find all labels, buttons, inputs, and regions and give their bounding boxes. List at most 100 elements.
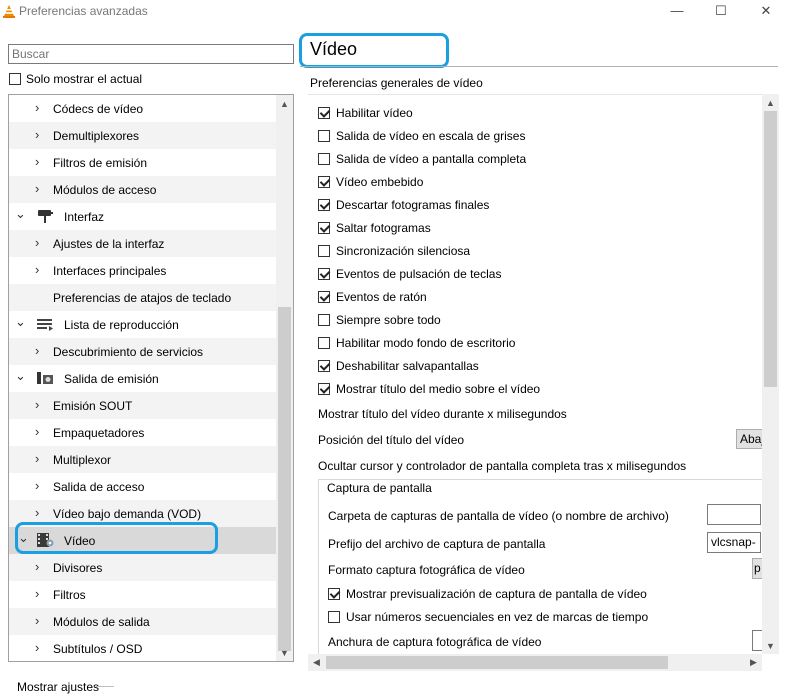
chevron-right-icon[interactable]: › — [35, 478, 39, 493]
tree-item[interactable]: › Códecs de vídeo — [9, 95, 277, 122]
tree-item[interactable]: › Filtros de emisión — [9, 149, 277, 176]
selected-item-highlight — [15, 522, 218, 554]
video-option[interactable]: Eventos de ratón — [318, 289, 427, 305]
chevron-right-icon[interactable]: › — [35, 505, 39, 520]
tree-item[interactable]: ⌄ Salida de emisión — [9, 365, 277, 392]
chevron-right-icon[interactable]: › — [35, 154, 39, 169]
video-option[interactable]: Siempre sobre todo — [318, 312, 441, 328]
option-checkbox[interactable] — [318, 337, 330, 349]
chevron-right-icon[interactable]: › — [35, 424, 39, 439]
snapshot-preview-option[interactable]: Mostrar previsualización de captura de p… — [328, 586, 647, 602]
option-checkbox[interactable] — [318, 153, 330, 165]
options-vscroll-thumb[interactable] — [764, 111, 777, 387]
chevron-right-icon[interactable]: › — [35, 127, 39, 142]
preferences-tree[interactable]: › Subtítulos / OSD › Módulos de salida › Filt… — [8, 94, 294, 662]
tree-scrollbar[interactable]: ▲ ▼ — [276, 95, 293, 661]
scroll-up-arrow-icon[interactable]: ▲ — [276, 99, 293, 109]
tree-item[interactable]: › Divisores — [9, 554, 277, 581]
tree-item-label: Multiplexor — [53, 453, 112, 467]
options-scroll-up-icon[interactable]: ▲ — [762, 98, 779, 108]
tree-item[interactable]: › Ajustes de la interfaz — [9, 230, 277, 257]
scroll-down-arrow-icon[interactable]: ▼ — [276, 648, 293, 658]
video-option[interactable]: Eventos de pulsación de teclas — [318, 266, 501, 282]
video-option[interactable]: Descartar fotogramas finales — [318, 197, 489, 213]
option-checkbox[interactable] — [318, 130, 330, 142]
tree-item[interactable]: › Descubrimiento de servicios — [9, 338, 277, 365]
tree-item[interactable]: › Subtítulos / OSD — [9, 635, 277, 661]
chevron-down-icon[interactable]: ⌄ — [15, 314, 26, 330]
tree-item-label: Interfaz — [64, 210, 105, 224]
video-option[interactable]: Deshabilitar salvapantallas — [318, 358, 479, 374]
tree-scroll-thumb[interactable] — [278, 307, 291, 651]
video-option[interactable]: Saltar fotogramas — [318, 220, 431, 236]
snapshot-folder-label: Carpeta de capturas de pantalla de vídeo… — [328, 509, 669, 523]
minimize-button[interactable]: — — [657, 0, 697, 22]
tree-item[interactable]: › Módulos de acceso — [9, 176, 277, 203]
tree-item[interactable]: Preferencias de atajos de teclado — [9, 284, 277, 311]
chevron-right-icon[interactable]: › — [35, 640, 39, 655]
chevron-right-icon[interactable]: › — [35, 586, 39, 601]
tree-item[interactable]: ⌄ Interfaz — [9, 203, 277, 230]
tree-item[interactable]: › Emisión SOUT — [9, 392, 277, 419]
options-scroll-left-icon[interactable]: ◀ — [308, 657, 325, 668]
chevron-right-icon[interactable]: › — [35, 559, 39, 574]
option-checkbox[interactable] — [318, 383, 330, 395]
chevron-right-icon[interactable]: › — [35, 397, 39, 412]
tree-item[interactable]: › Interfaces principales — [9, 257, 277, 284]
video-option[interactable]: Sincronización silenciosa — [318, 243, 470, 259]
option-label: Salida de vídeo a pantalla completa — [336, 152, 527, 166]
option-checkbox[interactable] — [318, 176, 330, 188]
snapshot-folder-input[interactable] — [707, 504, 761, 525]
tree-item[interactable]: › Multiplexor — [9, 446, 277, 473]
tree-item[interactable]: › Módulos de salida — [9, 608, 277, 635]
close-button[interactable]: ✕ — [746, 0, 786, 22]
chevron-down-icon[interactable]: ⌄ — [15, 206, 26, 222]
tree-item-label: Preferencias de atajos de teclado — [53, 291, 232, 305]
snapshot-sequential-checkbox[interactable] — [328, 611, 340, 623]
video-option[interactable]: Habilitar modo fondo de escritorio — [318, 335, 515, 351]
video-option[interactable]: Habilitar vídeo — [318, 105, 413, 121]
option-checkbox[interactable] — [318, 107, 330, 119]
tree-item[interactable]: › Filtros — [9, 581, 277, 608]
tree-item[interactable]: ⌄ Lista de reproducción — [9, 311, 277, 338]
option-checkbox[interactable] — [318, 314, 330, 326]
chevron-down-icon[interactable]: ⌄ — [15, 368, 26, 384]
chevron-right-icon[interactable]: › — [35, 451, 39, 466]
video-option[interactable]: Salida de vídeo en escala de grises — [318, 128, 525, 144]
options-vertical-scrollbar[interactable]: ▲ ▼ — [762, 94, 779, 654]
option-checkbox[interactable] — [318, 199, 330, 211]
snapshot-prefix-input[interactable]: vlcsnap- — [707, 532, 761, 553]
option-checkbox[interactable] — [318, 360, 330, 372]
option-checkbox[interactable] — [318, 291, 330, 303]
chevron-right-icon[interactable]: › — [35, 100, 39, 115]
tree-item-label: Códecs de vídeo — [53, 102, 144, 116]
only-current-check-box[interactable] — [9, 73, 21, 85]
search-input[interactable] — [8, 44, 294, 64]
chevron-right-icon[interactable]: › — [35, 235, 39, 250]
video-option[interactable]: Vídeo embebido — [318, 174, 423, 190]
tree-item[interactable]: › Demultiplexores — [9, 122, 277, 149]
tree-item[interactable]: › Salida de acceso — [9, 473, 277, 500]
options-scroll-down-icon[interactable]: ▼ — [762, 641, 779, 651]
video-option[interactable]: Salida de vídeo a pantalla completa — [318, 151, 526, 167]
tree-item[interactable]: › Empaquetadores — [9, 419, 277, 446]
option-checkbox[interactable] — [318, 245, 330, 257]
options-hscroll-thumb[interactable] — [326, 656, 668, 669]
chevron-right-icon[interactable]: › — [35, 343, 39, 358]
option-label: Siempre sobre todo — [336, 313, 441, 327]
chevron-right-icon[interactable]: › — [35, 613, 39, 628]
chevron-right-icon[interactable]: › — [35, 181, 39, 196]
option-checkbox[interactable] — [318, 268, 330, 280]
only-current-checkbox[interactable]: Solo mostrar el actual — [9, 72, 142, 86]
options-scroll-right-icon[interactable]: ▶ — [745, 657, 762, 668]
chevron-right-icon[interactable]: › — [35, 262, 39, 277]
tree-item-label: Salida de emisión — [64, 372, 159, 386]
maximize-button[interactable]: ☐ — [701, 0, 741, 22]
options-horizontal-scrollbar[interactable]: ◀ ▶ — [308, 654, 762, 671]
snapshot-preview-checkbox[interactable] — [328, 588, 340, 600]
option-label: Sincronización silenciosa — [336, 244, 471, 258]
snapshot-sequential-option[interactable]: Usar números secuenciales en vez de marc… — [328, 609, 648, 625]
option-checkbox[interactable] — [318, 222, 330, 234]
tree-item-label: Divisores — [53, 561, 103, 575]
video-option[interactable]: Mostrar título del medio sobre el vídeo — [318, 381, 540, 397]
